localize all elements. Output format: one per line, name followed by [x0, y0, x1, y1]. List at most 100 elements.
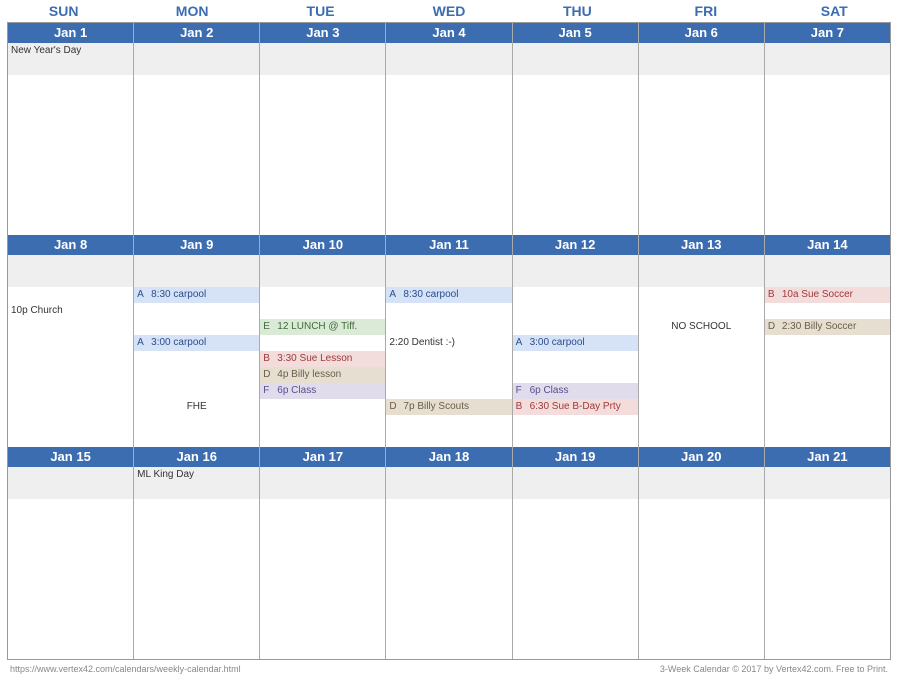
day-cell[interactable]: Jan 9 A8:30 carpool A3:00 carpool FHE	[134, 235, 260, 447]
event-category-tag: F	[263, 384, 273, 398]
day-cell[interactable]: Jan 13 NO SCHOOL	[639, 235, 765, 447]
empty-slot	[134, 627, 259, 643]
event-slot[interactable]: F6p Class	[513, 383, 638, 399]
spacer-band	[639, 483, 764, 499]
event-slot[interactable]: NO SCHOOL	[639, 319, 764, 335]
empty-slot	[639, 203, 764, 219]
empty-slot	[386, 319, 511, 335]
day-body	[513, 75, 638, 235]
empty-slot	[765, 107, 890, 123]
day-cell[interactable]: Jan 3	[260, 23, 386, 235]
empty-slot	[260, 431, 385, 447]
event-text: FHE	[187, 400, 207, 414]
dow-thu: THU	[514, 0, 642, 22]
empty-slot	[639, 643, 764, 659]
event-slot[interactable]: FHE	[134, 399, 259, 415]
spacer-band	[765, 483, 890, 499]
event-category-tag: A	[389, 288, 399, 302]
day-cell[interactable]: Jan 1New Year's Day	[8, 23, 134, 235]
empty-slot	[386, 499, 511, 515]
dow-tue: TUE	[257, 0, 385, 22]
holiday-label	[765, 43, 890, 59]
empty-slot	[765, 351, 890, 367]
day-cell[interactable]: Jan 12A3:00 carpoolF6p ClassB6:30 Sue B-…	[513, 235, 639, 447]
day-cell[interactable]: Jan 11A8:30 carpool2:20 Dentist :-)D7p B…	[386, 235, 512, 447]
empty-slot	[513, 499, 638, 515]
empty-slot	[8, 399, 133, 415]
date-header: Jan 15	[8, 447, 133, 467]
empty-slot	[134, 319, 259, 335]
empty-slot	[386, 431, 511, 447]
event-slot[interactable]: B3:30 Sue Lesson	[260, 351, 385, 367]
empty-slot	[8, 367, 133, 383]
empty-slot	[513, 187, 638, 203]
event-slot[interactable]: D4p Billy lesson	[260, 367, 385, 383]
event-slot[interactable]: 2:20 Dentist :-)	[386, 335, 511, 351]
empty-slot	[8, 187, 133, 203]
event-slot[interactable]: B10a Sue Soccer	[765, 287, 890, 303]
event-category-tag: A	[137, 336, 147, 350]
day-cell[interactable]: Jan 21	[765, 447, 890, 659]
spacer-band	[765, 59, 890, 75]
empty-slot	[765, 531, 890, 547]
empty-slot	[386, 107, 511, 123]
day-cell[interactable]: Jan 14B10a Sue SoccerD2:30 Billy Soccer	[765, 235, 890, 447]
date-header: Jan 13	[639, 235, 764, 255]
event-slot[interactable]: 10p Church	[8, 303, 133, 319]
event-slot[interactable]: F6p Class	[260, 383, 385, 399]
event-category-tag: D	[768, 320, 778, 334]
date-header: Jan 20	[639, 447, 764, 467]
event-category-tag: D	[263, 368, 273, 382]
empty-slot	[8, 579, 133, 595]
day-cell[interactable]: Jan 5	[513, 23, 639, 235]
empty-slot	[260, 335, 385, 351]
empty-slot	[639, 107, 764, 123]
empty-slot	[513, 643, 638, 659]
event-slot[interactable]: A3:00 carpool	[134, 335, 259, 351]
day-cell[interactable]: Jan 19	[513, 447, 639, 659]
day-body	[260, 75, 385, 235]
spacer-band	[386, 483, 511, 499]
day-cell[interactable]: Jan 18	[386, 447, 512, 659]
day-body: 10p Church	[8, 287, 133, 447]
day-cell[interactable]: Jan 6	[639, 23, 765, 235]
empty-slot	[765, 171, 890, 187]
day-cell[interactable]: Jan 17	[260, 447, 386, 659]
event-slot[interactable]: D7p Billy Scouts	[386, 399, 511, 415]
empty-slot	[386, 203, 511, 219]
day-cell[interactable]: Jan 15	[8, 447, 134, 659]
empty-slot	[639, 351, 764, 367]
empty-slot	[134, 383, 259, 399]
footer-copyright: 3-Week Calendar © 2017 by Vertex42.com. …	[660, 664, 888, 674]
spacer-band	[260, 483, 385, 499]
event-slot[interactable]: E12 LUNCH @ Tiff.	[260, 319, 385, 335]
day-cell[interactable]: Jan 4	[386, 23, 512, 235]
event-slot[interactable]: A3:00 carpool	[513, 335, 638, 351]
day-cell[interactable]: Jan 16ML King Day	[134, 447, 260, 659]
empty-slot	[8, 547, 133, 563]
day-body	[639, 75, 764, 235]
event-text: 12 LUNCH @ Tiff.	[277, 320, 357, 334]
day-cell[interactable]: Jan 2	[134, 23, 260, 235]
date-header: Jan 9	[134, 235, 259, 255]
event-slot[interactable]: A8:30 carpool	[386, 287, 511, 303]
day-cell[interactable]: Jan 810p Church	[8, 235, 134, 447]
day-body	[765, 499, 890, 659]
day-cell[interactable]: Jan 7	[765, 23, 890, 235]
event-slot[interactable]: B6:30 Sue B-Day Prty	[513, 399, 638, 415]
event-slot[interactable]: A8:30 carpool	[134, 287, 259, 303]
day-cell[interactable]: Jan 20	[639, 447, 765, 659]
empty-slot	[513, 531, 638, 547]
date-header: Jan 2	[134, 23, 259, 43]
spacer-band	[513, 59, 638, 75]
empty-slot	[260, 643, 385, 659]
holiday-label	[386, 467, 511, 483]
event-slot[interactable]: D2:30 Billy Soccer	[765, 319, 890, 335]
empty-slot	[386, 611, 511, 627]
empty-slot	[765, 155, 890, 171]
empty-slot	[765, 515, 890, 531]
spacer-band	[134, 59, 259, 75]
empty-slot	[639, 383, 764, 399]
day-cell[interactable]: Jan 10E12 LUNCH @ Tiff.B3:30 Sue LessonD…	[260, 235, 386, 447]
empty-slot	[134, 563, 259, 579]
